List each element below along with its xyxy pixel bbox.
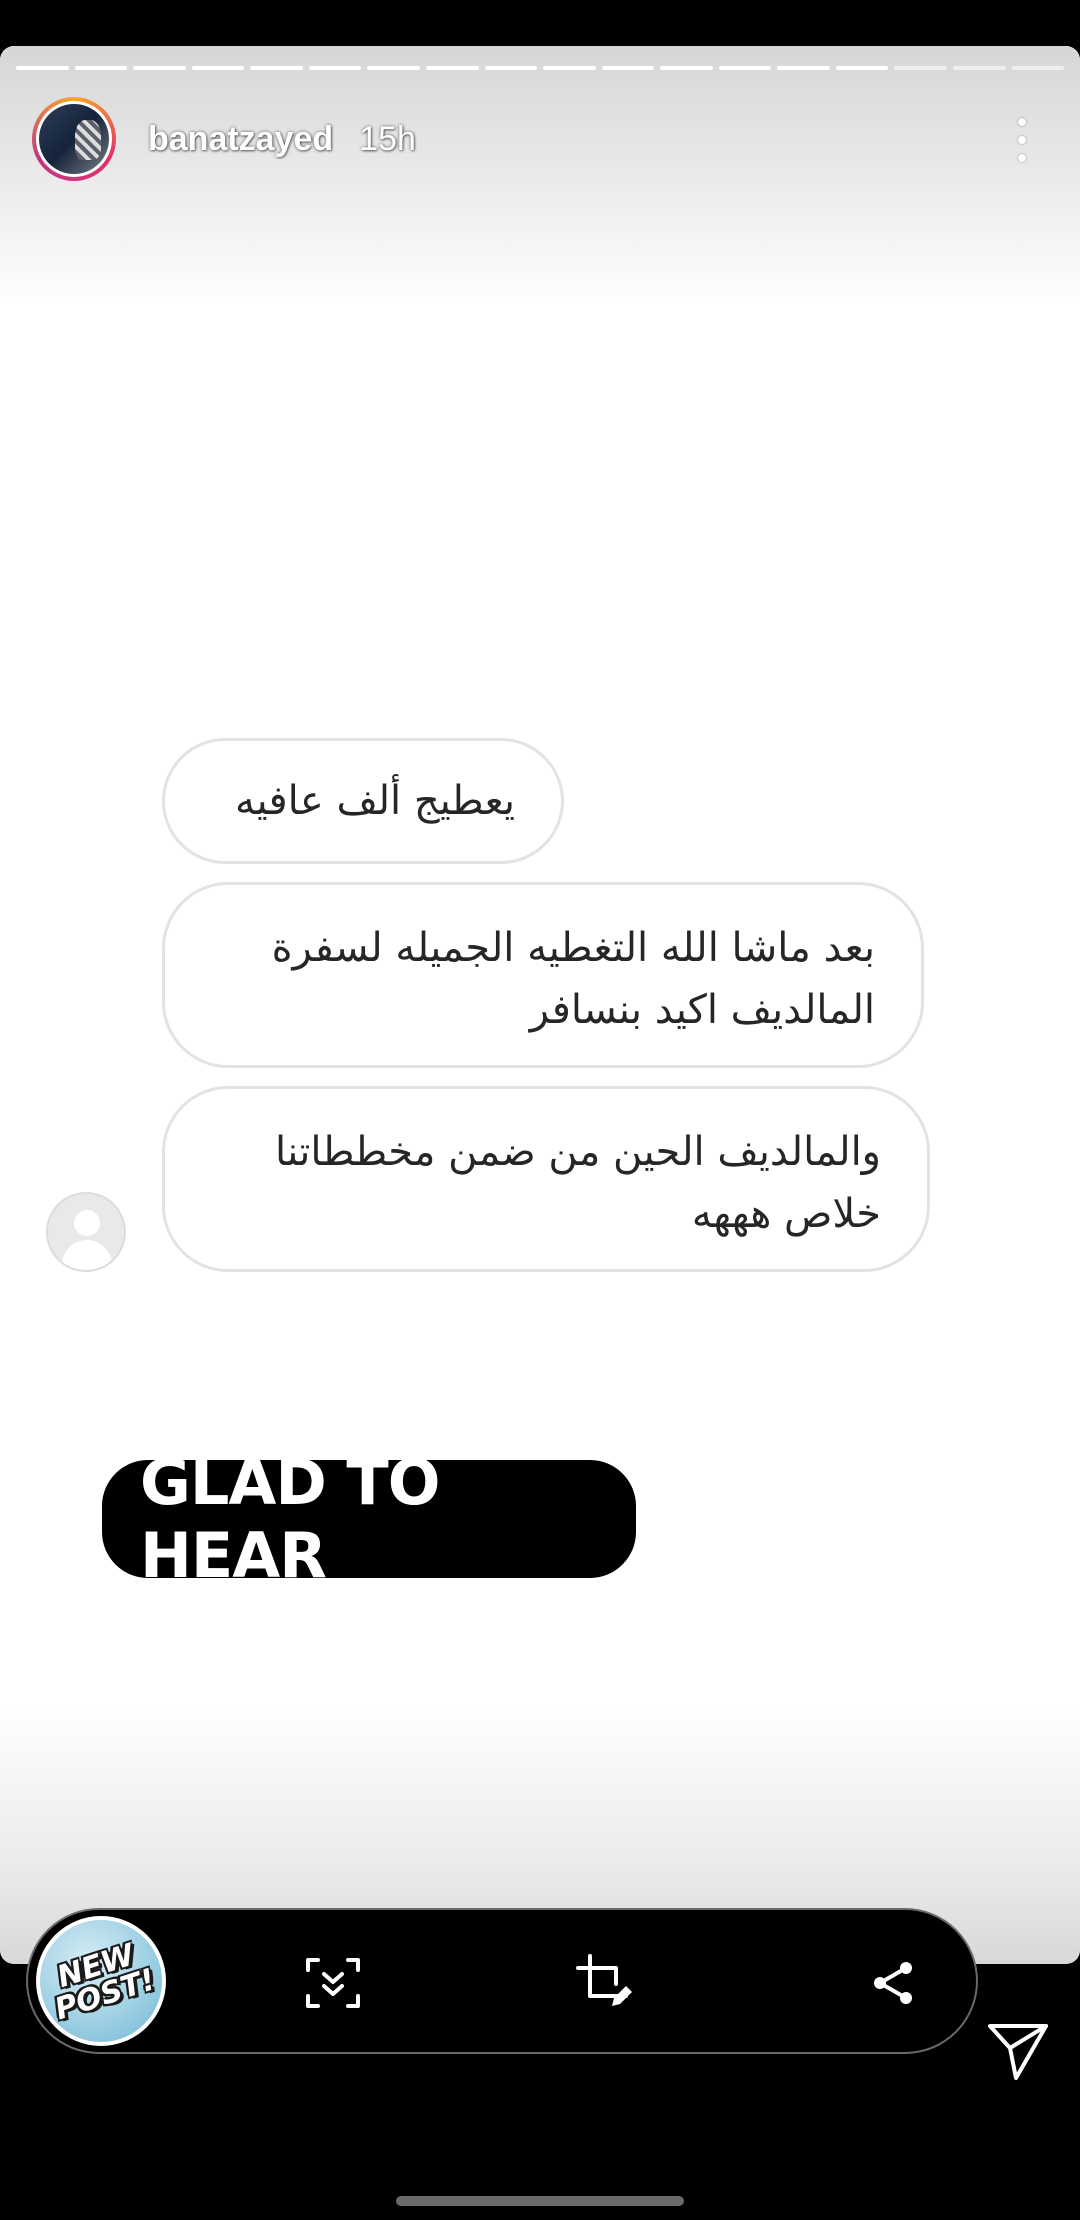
message-bubble: بعد ماشا الله التغطيه الجميله لسفرة الما… bbox=[162, 882, 924, 1068]
story-card[interactable]: banatzayed 15h يعطيج ألف عافيه بعد ماشا … bbox=[0, 46, 1080, 1964]
progress-segment bbox=[367, 66, 420, 70]
send-icon[interactable] bbox=[986, 2018, 1050, 2082]
progress-segment bbox=[425, 66, 479, 70]
progress-segment bbox=[953, 66, 1006, 70]
progress-segment bbox=[835, 66, 889, 70]
scan-down-icon[interactable] bbox=[304, 1954, 362, 2012]
progress-segment bbox=[894, 66, 947, 70]
profile-avatar[interactable] bbox=[32, 97, 116, 181]
progress-segment bbox=[543, 66, 596, 70]
sender-avatar-icon bbox=[46, 1192, 126, 1272]
story-progress-bar bbox=[16, 66, 1065, 72]
share-icon[interactable] bbox=[864, 1954, 922, 2012]
home-indicator[interactable] bbox=[396, 2196, 684, 2206]
crop-edit-icon[interactable] bbox=[576, 1954, 634, 2012]
progress-segment bbox=[1011, 66, 1065, 70]
progress-segment bbox=[484, 66, 538, 70]
new-post-label: NEW POST! bbox=[50, 1937, 160, 2028]
story-screen: banatzayed 15h يعطيج ألف عافيه بعد ماشا … bbox=[0, 0, 1080, 2220]
new-post-sticker[interactable]: NEW POST! bbox=[36, 1916, 166, 2046]
message-bubble: يعطيج ألف عافيه bbox=[162, 738, 564, 864]
story-header: banatzayed 15h bbox=[32, 94, 1048, 184]
message-bubble: والمالديف الحين من ضمن مخططاتنا خلاص ههه… bbox=[162, 1086, 930, 1272]
story-action-bar: NEW POST! bbox=[26, 1908, 978, 2054]
progress-segment bbox=[601, 66, 655, 70]
username[interactable]: banatzayed bbox=[148, 120, 333, 159]
progress-segment bbox=[133, 66, 186, 70]
reply-text-sticker: GLAD TO HEAR bbox=[102, 1446, 636, 1592]
progress-segment bbox=[250, 66, 303, 70]
progress-segment bbox=[660, 66, 713, 70]
profile-picture bbox=[39, 104, 109, 174]
more-options-icon[interactable] bbox=[1010, 118, 1034, 162]
progress-segment bbox=[718, 66, 772, 70]
progress-segment bbox=[191, 66, 245, 70]
post-time: 15h bbox=[359, 119, 416, 158]
progress-segment bbox=[16, 66, 69, 70]
progress-segment bbox=[777, 66, 830, 70]
progress-segment bbox=[308, 66, 362, 70]
progress-segment bbox=[74, 66, 128, 70]
